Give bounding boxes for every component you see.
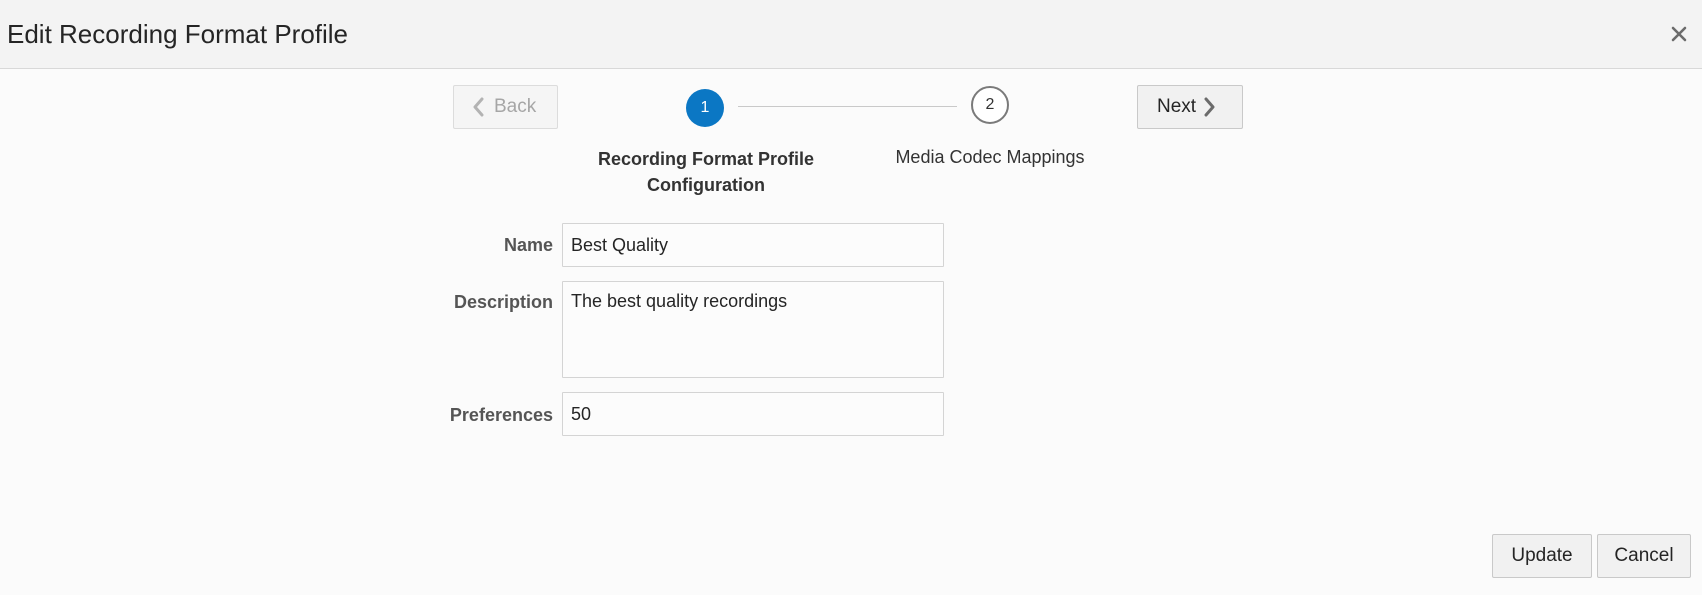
back-button[interactable]: Back xyxy=(453,85,558,129)
next-label: Next xyxy=(1157,96,1197,117)
step-2-label[interactable]: Media Codec Mappings xyxy=(878,144,1102,170)
dialog-title: Edit Recording Format Profile xyxy=(7,19,349,49)
chevron-left-icon xyxy=(472,97,484,117)
step-1-label: Recording Format Profile Configuration xyxy=(597,149,815,195)
train-connector xyxy=(738,106,957,107)
preferences-label: Preferences xyxy=(449,405,553,425)
close-button[interactable] xyxy=(1666,20,1692,48)
step-2-number: 2 xyxy=(985,96,995,113)
description-textarea[interactable]: The best quality recordings xyxy=(562,281,944,378)
train-step-2[interactable]: 2 xyxy=(971,86,1009,124)
chevron-right-icon xyxy=(1204,97,1216,117)
name-input[interactable] xyxy=(562,223,944,267)
back-label: Back xyxy=(494,96,537,117)
dialog-header: Edit Recording Format Profile xyxy=(0,0,1702,69)
close-icon xyxy=(1671,26,1687,42)
preferences-input[interactable] xyxy=(562,392,944,436)
update-button[interactable]: Update xyxy=(1492,534,1592,578)
step-1-number: 1 xyxy=(700,99,710,116)
train-step-1[interactable]: 1 xyxy=(686,89,724,127)
edit-recording-format-profile-dialog: Edit Recording Format Profile Back 1 2 R… xyxy=(0,0,1702,595)
next-button[interactable]: Next xyxy=(1137,85,1243,129)
description-label: Description xyxy=(453,292,553,312)
cancel-button[interactable]: Cancel xyxy=(1597,534,1691,578)
name-label: Name xyxy=(503,235,553,255)
